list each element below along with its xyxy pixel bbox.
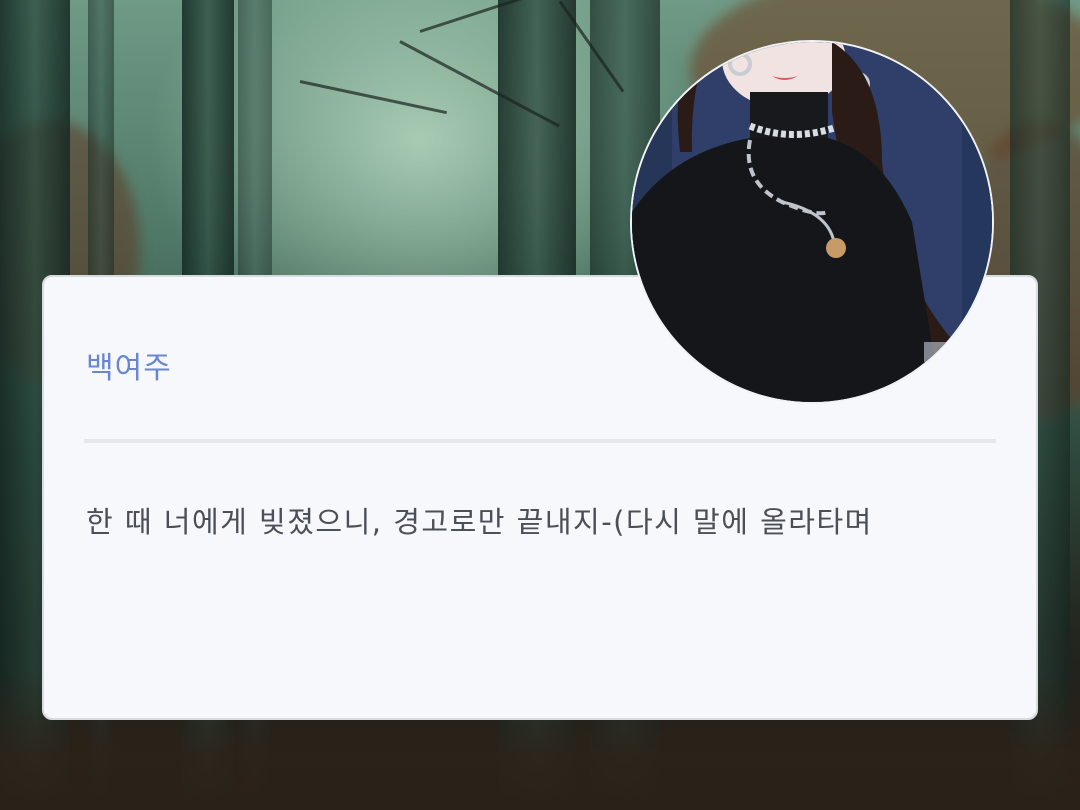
- character-portrait-avatar: [630, 40, 994, 404]
- portrait-image: [632, 42, 992, 402]
- name-divider: [84, 439, 996, 443]
- speaker-name: 백여주: [86, 351, 172, 386]
- dialogue-text: 한 때 너에게 빚졌으니, 경고로만 끝내지-(다시 말에 올라타며: [86, 505, 873, 539]
